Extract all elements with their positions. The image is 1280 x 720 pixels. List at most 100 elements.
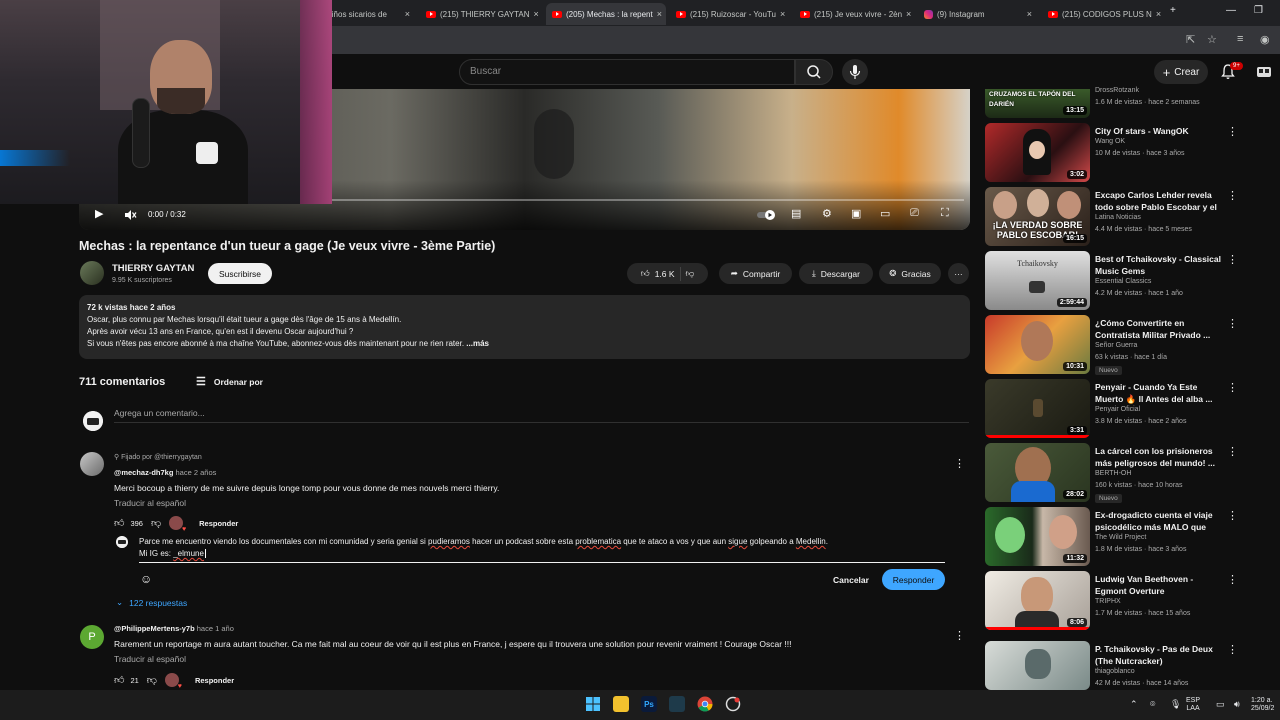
search-input[interactable]: Buscar	[459, 59, 795, 85]
comment-author-avatar[interactable]: P	[80, 625, 104, 649]
account-avatar[interactable]	[1256, 64, 1272, 80]
video-channel[interactable]: Wang OK	[1095, 138, 1125, 145]
file-explorer-icon[interactable]	[613, 696, 629, 712]
voice-search-button[interactable]	[842, 59, 868, 85]
video-title[interactable]: City Of stars - WangOK	[1095, 125, 1223, 137]
video-channel[interactable]: Essential Classics	[1095, 278, 1151, 285]
fullscreen-icon[interactable]: ⛶	[941, 207, 949, 220]
video-channel[interactable]: The Wild Project	[1095, 534, 1146, 541]
recommended-video[interactable]: 3:31 Penyair - Cuando Ya Este Muerto 🔥 I…	[985, 379, 1250, 439]
volume-icon[interactable]: 🔊︎	[1234, 700, 1240, 709]
thumbs-down-icon[interactable]: 👎︎	[686, 268, 695, 279]
cancel-button[interactable]: Cancelar	[826, 570, 876, 590]
play-icon[interactable]: ▶	[95, 207, 103, 220]
video-thumbnail[interactable]: 11:32	[985, 507, 1090, 566]
video-title[interactable]: La cárcel con los prisioneros más peligr…	[1095, 445, 1223, 469]
video-channel[interactable]: TRIPHX	[1095, 598, 1121, 605]
theater-mode-icon[interactable]: ▭	[880, 207, 890, 220]
language-indicator[interactable]: ESP LAA	[1186, 697, 1200, 713]
mute-icon[interactable]	[123, 208, 137, 222]
comment-author[interactable]: @mechaz-dh7kg hace 2 años	[114, 468, 216, 477]
comment-timestamp[interactable]: hace 1 año	[197, 624, 234, 633]
clock[interactable]: 1:20 a. 25/09/2	[1251, 697, 1274, 713]
translate-link[interactable]: Traducir al español	[114, 654, 186, 664]
tab-mechas-active[interactable]: (205) Mechas : la repent ×	[546, 3, 666, 25]
add-comment-input[interactable]: Agrega un comentario...	[114, 408, 205, 418]
like-button[interactable]: 👍︎ 1.6 K	[641, 268, 675, 279]
recommended-video[interactable]: CRUZAMOS EL TAPÓN DEL DARIÉN 13:15 Dross…	[985, 87, 1250, 119]
video-thumbnail[interactable]	[985, 641, 1090, 690]
close-icon[interactable]: ×	[1027, 9, 1032, 19]
thumbs-down-icon[interactable]: 👎︎	[151, 517, 161, 529]
recommended-video[interactable]: 10:31 ¿Cómo Convertirte en Contratista M…	[985, 315, 1250, 375]
recommended-video[interactable]: ¡LA VERDAD SOBRE PABLO ESCOBAR! 16:15 Ex…	[985, 187, 1250, 247]
video-thumbnail[interactable]: 8:06	[985, 571, 1090, 630]
tab-instagram[interactable]: (9) Instagram ×	[918, 3, 1038, 25]
video-menu-icon[interactable]: ⋮	[1227, 643, 1238, 656]
reply-button[interactable]: Responder	[199, 519, 238, 528]
sort-comments-button[interactable]: ☰ Ordenar por	[196, 375, 263, 388]
like-comment-button[interactable]: 👍︎ 396	[114, 517, 143, 529]
tab-je-veux-vivre[interactable]: (215) Je veux vivre - 2èn ×	[794, 3, 914, 25]
like-comment-button[interactable]: 👍︎ 21	[114, 674, 139, 686]
recommended-video[interactable]: 11:32 Ex-drogadicto cuenta el viaje psic…	[985, 507, 1250, 567]
comment-author-handle[interactable]: @PhilippeMertens-y7b	[114, 624, 195, 633]
download-button[interactable]: ⤓ Descargar	[799, 263, 873, 284]
video-title[interactable]: ¿Cómo Convertirte en Contratista Militar…	[1095, 317, 1223, 341]
recommended-video[interactable]: Tchaikovsky 2:59:44 Best of Tchaikovsky …	[985, 251, 1250, 311]
chrome-icon[interactable]	[697, 696, 713, 712]
video-channel[interactable]: Penyair Oficial	[1095, 406, 1140, 413]
new-tab-button[interactable]: +	[1170, 5, 1176, 16]
video-description[interactable]: 72 k vistas hace 2 años Oscar, plus conn…	[79, 295, 970, 359]
minimize-icon[interactable]: —	[1226, 5, 1236, 16]
video-menu-icon[interactable]: ⋮	[1227, 573, 1238, 586]
tab-codigos-plus[interactable]: (215) CODIGOS PLUS N ×	[1042, 3, 1162, 25]
submit-reply-button[interactable]: Responder	[882, 569, 945, 590]
share-button[interactable]: ➦ Compartir	[719, 263, 792, 284]
emoji-icon[interactable]: ☺	[140, 572, 152, 586]
video-channel[interactable]: BERTH-OH	[1095, 470, 1131, 477]
video-thumbnail[interactable]: 3:02	[985, 123, 1090, 182]
windows-start-icon[interactable]	[585, 696, 601, 712]
close-icon[interactable]: ×	[657, 9, 662, 19]
search-button[interactable]	[795, 59, 833, 85]
subscribe-button[interactable]: Suscribirse	[208, 263, 272, 284]
install-app-icon[interactable]: ⇱	[1186, 33, 1195, 46]
video-menu-icon[interactable]: ⋮	[1227, 381, 1238, 394]
bookmark-star-icon[interactable]: ☆	[1207, 33, 1217, 46]
video-channel[interactable]: DrossRotzank	[1095, 87, 1139, 94]
comment-author-avatar[interactable]	[80, 452, 104, 476]
chevron-up-icon[interactable]: ⌃	[1130, 700, 1138, 709]
video-menu-icon[interactable]: ⋮	[1227, 125, 1238, 138]
recommended-video[interactable]: P. Tchaikovsky - Pas de Deux (The Nutcra…	[985, 641, 1250, 690]
video-menu-icon[interactable]: ⋮	[1227, 445, 1238, 458]
video-menu-icon[interactable]: ⋮	[1227, 253, 1238, 266]
subtitles-icon[interactable]: ▤	[791, 207, 801, 220]
more-actions-button[interactable]: ···	[948, 263, 969, 284]
reply-button[interactable]: Responder	[195, 676, 234, 685]
comment-menu-icon[interactable]: ⋮	[954, 457, 965, 470]
reply-input[interactable]: Parce me encuentro viendo los documental…	[139, 536, 944, 560]
comment-author-handle[interactable]: @mechaz-dh7kg	[114, 468, 173, 477]
cast-icon[interactable]: ⎚	[910, 207, 919, 220]
channel-avatar[interactable]	[80, 261, 104, 285]
close-icon[interactable]: ×	[1156, 9, 1161, 19]
photoshop-icon[interactable]: Ps	[641, 696, 657, 712]
video-title[interactable]: Ex-drogadicto cuenta el viaje psicodélic…	[1095, 509, 1223, 533]
video-thumbnail[interactable]: Tchaikovsky 2:59:44	[985, 251, 1090, 310]
comment-author[interactable]: @PhilippeMertens-y7b hace 1 año	[114, 624, 234, 633]
video-title[interactable]: Excapo Carlos Lehder revela todo sobre P…	[1095, 189, 1223, 213]
channel-name[interactable]: THIERRY GAYTAN	[112, 263, 194, 274]
video-thumbnail[interactable]: CRUZAMOS EL TAPÓN DEL DARIÉN 13:15	[985, 89, 1090, 118]
close-icon[interactable]: ×	[906, 9, 911, 19]
video-thumbnail[interactable]: 10:31	[985, 315, 1090, 374]
recording-app-icon[interactable]	[725, 696, 741, 712]
recommended-video[interactable]: 3:02 City Of stars - WangOK Wang OK 10 M…	[985, 123, 1250, 183]
show-replies-button[interactable]: ⌄ 122 respuestas	[116, 597, 187, 608]
network-icon[interactable]: ⌾	[1150, 700, 1155, 709]
comment-menu-icon[interactable]: ⋮	[954, 629, 965, 642]
video-title[interactable]: Best of Tchaikovsky - Classical Music Ge…	[1095, 253, 1223, 277]
video-menu-icon[interactable]: ⋮	[1227, 189, 1238, 202]
close-icon[interactable]: ×	[780, 9, 785, 19]
tab-thierry-gaytan[interactable]: (215) THIERRY GAYTAN ×	[420, 3, 540, 25]
